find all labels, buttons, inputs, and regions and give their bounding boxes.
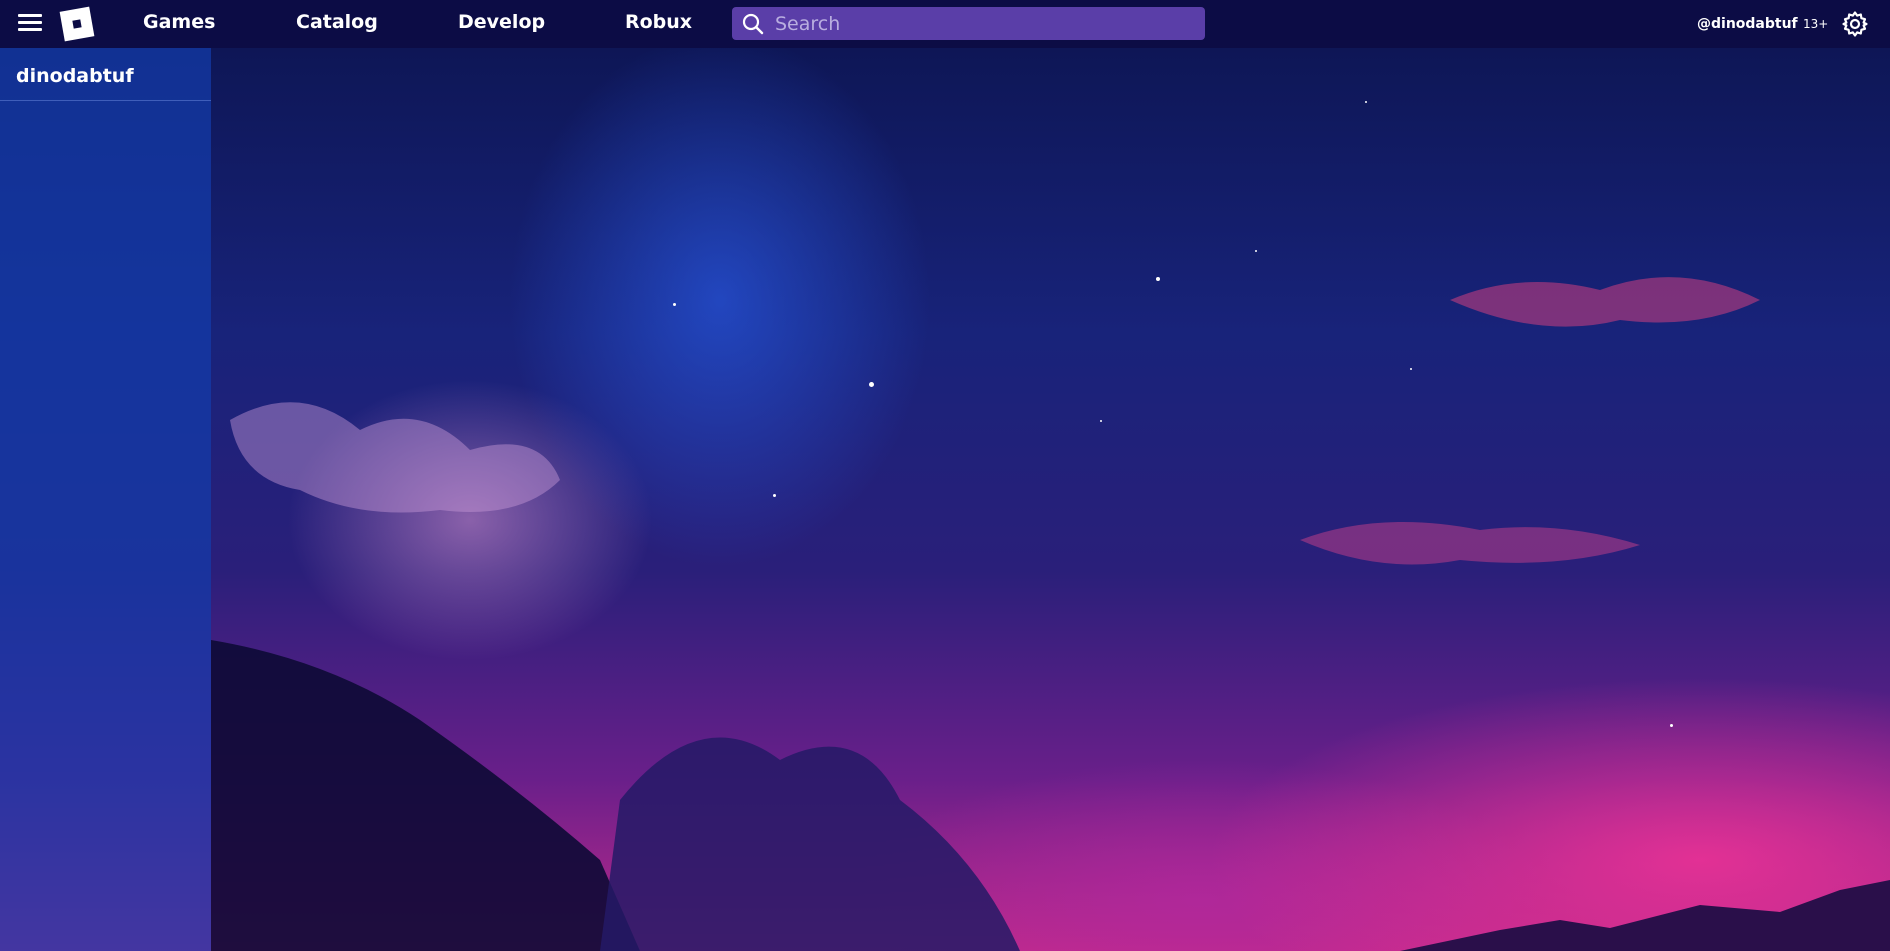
nav-link-catalog[interactable]: Catalog xyxy=(296,11,378,33)
username-link[interactable]: @dinodabtuf xyxy=(1697,16,1798,32)
star xyxy=(1255,250,1257,252)
gear-icon[interactable] xyxy=(1841,10,1869,38)
star xyxy=(673,303,676,306)
roblox-logo-icon[interactable] xyxy=(59,6,95,42)
sidebar-item-profile[interactable]: dinodabtuf xyxy=(0,48,211,101)
star xyxy=(1156,277,1160,281)
nav-link-games[interactable]: Games xyxy=(143,11,215,33)
search-input[interactable] xyxy=(773,11,1197,36)
star xyxy=(1670,724,1673,727)
sidebar-username-label: dinodabtuf xyxy=(16,65,134,87)
background-silhouette xyxy=(211,277,1890,951)
left-sidebar: dinodabtuf xyxy=(0,48,211,951)
star xyxy=(1410,368,1412,370)
nav-link-develop[interactable]: Develop xyxy=(458,11,545,33)
top-navigation-bar: Games Catalog Develop Robux @dinodabtuf … xyxy=(0,0,1890,48)
search-icon[interactable] xyxy=(741,12,765,36)
star xyxy=(1365,101,1367,103)
star xyxy=(1100,420,1102,422)
star xyxy=(869,382,874,387)
star xyxy=(773,494,776,497)
nav-link-robux[interactable]: Robux xyxy=(625,11,692,33)
age-badge: 13+ xyxy=(1803,17,1829,31)
hamburger-menu-icon[interactable] xyxy=(18,14,42,34)
search-bar xyxy=(732,7,1205,40)
